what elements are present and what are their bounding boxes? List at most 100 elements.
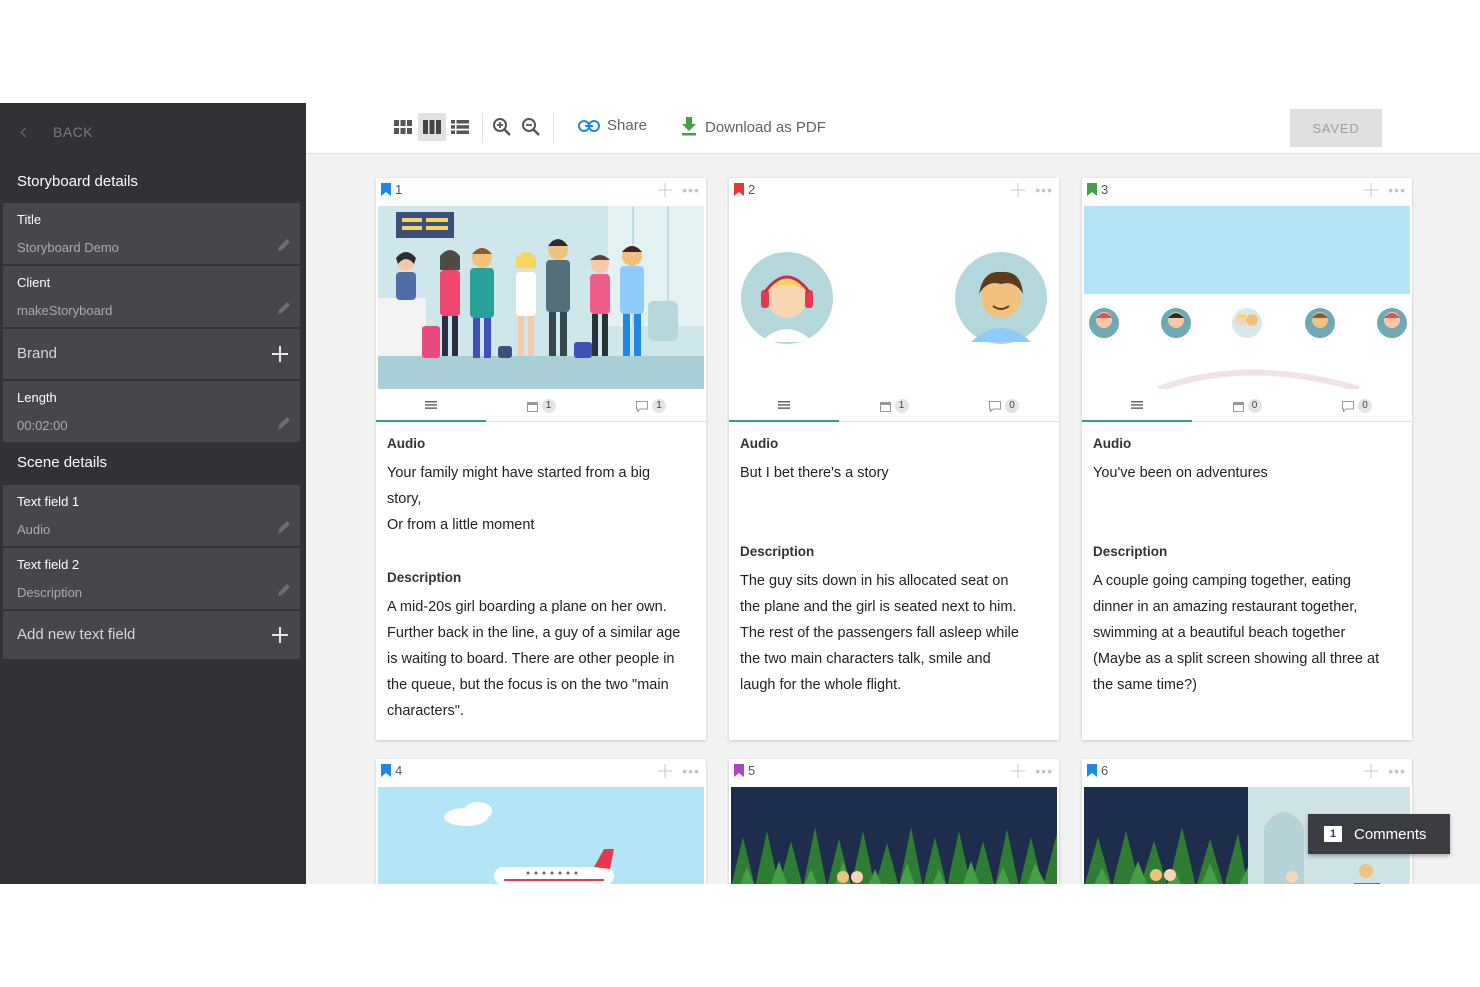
scene-illustration[interactable] — [378, 206, 704, 389]
more-options-icon[interactable]: ••• — [682, 763, 700, 779]
comment-count-badge: 0 — [1358, 399, 1372, 413]
more-options-icon[interactable]: ••• — [682, 182, 700, 198]
audio-heading: Audio — [1093, 436, 1132, 451]
tab-comments[interactable]: 0 — [949, 390, 1059, 422]
bookmark-icon[interactable] — [381, 764, 391, 777]
storyboard-details-heading: Storyboard details — [17, 173, 138, 190]
card-header: 5 ••• — [729, 759, 1059, 783]
text-field-2[interactable]: Text field 2 Description — [3, 548, 300, 609]
link-icon — [578, 119, 600, 132]
more-options-icon[interactable]: ••• — [1035, 763, 1053, 779]
tab-comments[interactable]: 1 — [596, 390, 706, 422]
card-body[interactable]: Audio But I bet there's a story Descript… — [740, 434, 1052, 698]
comment-count-badge: 0 — [1005, 399, 1019, 413]
calendar-icon — [526, 401, 538, 412]
more-options-icon[interactable]: ••• — [1035, 182, 1053, 198]
text-field-2-label: Text field 2 — [17, 557, 80, 572]
move-icon[interactable] — [658, 183, 672, 197]
more-options-icon[interactable]: ••• — [1388, 763, 1406, 779]
comment-icon — [1342, 400, 1354, 412]
text-field-2-value: Description — [17, 585, 83, 600]
card-body[interactable]: Audio Your family might have started fro… — [387, 434, 699, 724]
title-field-value: Storyboard Demo — [17, 240, 119, 255]
tab-text[interactable] — [729, 390, 839, 422]
card-header: 4 ••• — [376, 759, 706, 783]
move-icon[interactable] — [1011, 764, 1025, 778]
text-field-1-label: Text field 1 — [17, 494, 80, 509]
description-heading: Description — [740, 544, 815, 559]
brand-field-label: Brand — [17, 345, 58, 362]
toolbar-divider — [553, 113, 554, 143]
tab-text[interactable] — [376, 390, 486, 422]
scene-details-heading: Scene details — [17, 454, 108, 471]
download-pdf-button[interactable]: Download as PDF — [680, 117, 826, 137]
download-label: Download as PDF — [705, 118, 826, 136]
pencil-icon[interactable] — [276, 300, 292, 316]
text-lines-icon — [778, 401, 790, 409]
share-button[interactable]: Share — [578, 117, 647, 134]
tab-dates[interactable]: 0 — [1192, 390, 1302, 422]
bookmark-icon[interactable] — [734, 183, 744, 196]
list-view-button[interactable] — [446, 113, 474, 141]
text-field-1[interactable]: Text field 1 Audio — [3, 485, 300, 546]
grid-small-view-button[interactable] — [389, 113, 417, 141]
card-tabs: 1 1 — [376, 390, 706, 422]
move-icon[interactable] — [1364, 183, 1378, 197]
audio-text: Your family might have started from a bi… — [387, 465, 651, 533]
tab-dates[interactable]: 1 — [486, 390, 596, 422]
brand-field[interactable]: Brand — [3, 329, 300, 379]
length-field[interactable]: Length 00:02:00 — [3, 381, 300, 442]
date-count-badge: 0 — [1247, 399, 1262, 413]
scene-card[interactable]: 1 ••• 1 1 Audio Your family might have s… — [376, 178, 706, 740]
text-field-1-value: Audio — [17, 522, 51, 537]
bookmark-icon[interactable] — [381, 183, 391, 196]
client-field-label: Client — [17, 275, 51, 290]
scene-illustration[interactable] — [731, 787, 1057, 884]
comment-icon — [636, 400, 648, 412]
audio-text: You've been on adventures — [1093, 465, 1268, 481]
bookmark-icon[interactable] — [1087, 764, 1097, 777]
scene-number: 5 — [748, 763, 756, 778]
scene-illustration[interactable] — [731, 206, 1057, 389]
move-icon[interactable] — [658, 764, 672, 778]
comment-count-badge: 1 — [652, 399, 666, 413]
tab-dates[interactable]: 1 — [839, 390, 949, 422]
comment-icon — [989, 400, 1001, 412]
scene-illustration[interactable] — [1084, 206, 1410, 389]
scene-illustration[interactable] — [378, 787, 704, 884]
client-field[interactable]: Client makeStoryboard — [3, 266, 300, 327]
bookmark-icon[interactable] — [1087, 183, 1097, 196]
back-label: BACK — [53, 124, 94, 140]
pencil-icon[interactable] — [276, 415, 292, 431]
tab-text[interactable] — [1082, 390, 1192, 422]
comment-count-icon: 1 — [1324, 826, 1342, 842]
grid-columns-view-button[interactable] — [418, 113, 446, 141]
scene-card[interactable]: 5 ••• — [729, 759, 1059, 884]
add-text-field-button[interactable]: Add new text field — [3, 611, 300, 659]
scene-card[interactable]: 4 ••• — [376, 759, 706, 884]
zoom-out-button[interactable] — [517, 113, 545, 141]
add-brand-plus-icon[interactable] — [272, 346, 288, 362]
description-heading: Description — [1093, 544, 1168, 559]
scene-card[interactable]: 2 ••• 1 0 Audio But I bet there's a stor… — [729, 178, 1059, 740]
card-body[interactable]: Audio You've been on adventures Descript… — [1093, 434, 1405, 698]
bookmark-icon[interactable] — [734, 764, 744, 777]
pencil-icon[interactable] — [276, 237, 292, 253]
comments-button[interactable]: 1 Comments — [1308, 814, 1450, 854]
share-label: Share — [607, 117, 648, 134]
title-field[interactable]: Title Storyboard Demo — [3, 203, 300, 264]
saved-button[interactable]: SAVED — [1290, 109, 1382, 147]
move-icon[interactable] — [1364, 764, 1378, 778]
pencil-icon[interactable] — [276, 582, 292, 598]
scene-card[interactable]: 3 ••• 0 0 Audio You've been on adventure… — [1082, 178, 1412, 740]
tab-comments[interactable]: 0 — [1302, 390, 1412, 422]
more-options-icon[interactable]: ••• — [1388, 182, 1406, 198]
move-icon[interactable] — [1011, 183, 1025, 197]
zoom-in-button[interactable] — [488, 113, 516, 141]
back-button[interactable]: BACK — [20, 122, 93, 142]
sidebar: BACK Storyboard details Title Storyboard… — [0, 103, 306, 884]
audio-text: But I bet there's a story — [740, 465, 889, 481]
card-tabs: 0 0 — [1082, 390, 1412, 422]
pencil-icon[interactable] — [276, 519, 292, 535]
toolbar: Share Download as PDF SAVED — [306, 103, 1480, 154]
